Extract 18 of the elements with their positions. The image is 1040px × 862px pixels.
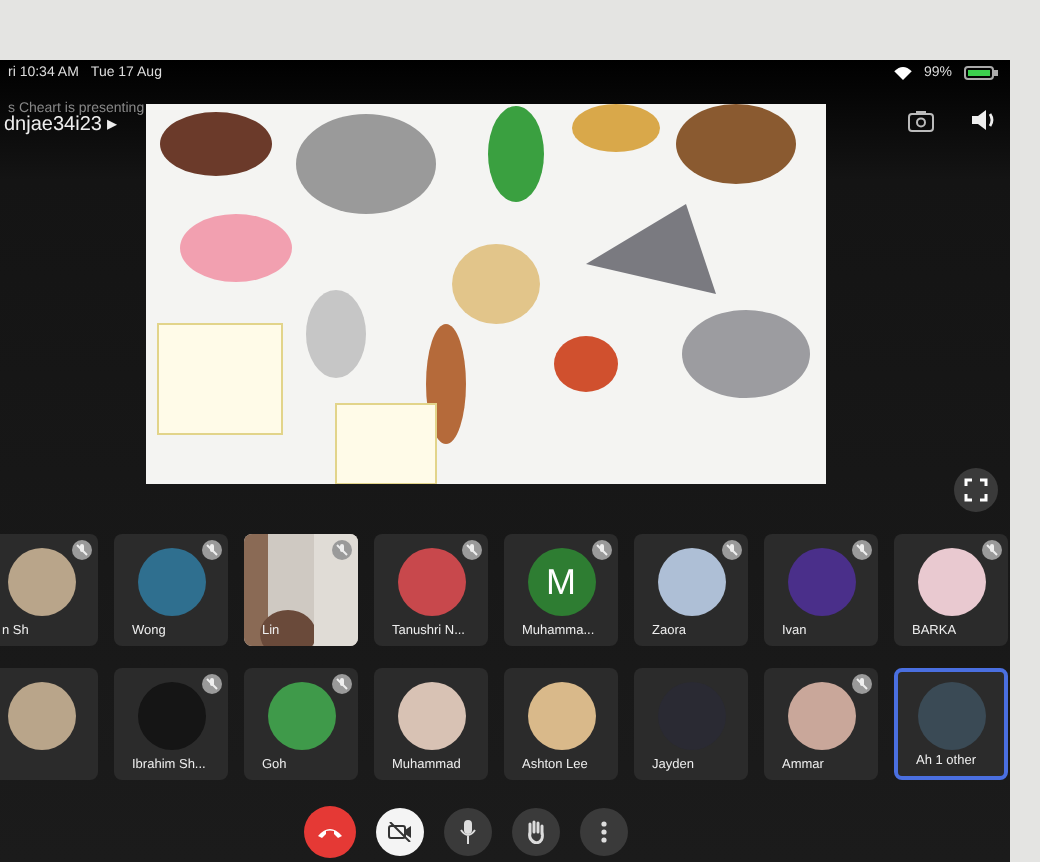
microphone-button[interactable] — [443, 808, 491, 856]
camera-switch-icon[interactable] — [908, 109, 934, 131]
more-options-button[interactable] — [579, 808, 627, 856]
more-icon — [599, 820, 607, 844]
speaker-icon[interactable] — [970, 108, 998, 132]
hand-icon — [525, 820, 545, 844]
camera-off-icon — [387, 822, 411, 842]
meeting-name[interactable]: dnjae34i23 ▸ — [4, 114, 118, 136]
participant-tile[interactable] — [0, 668, 98, 780]
raise-hand-button[interactable] — [511, 808, 559, 856]
wifi-icon — [893, 66, 912, 80]
avatar: M — [527, 548, 595, 616]
camera-off-button[interactable] — [375, 808, 423, 856]
end-call-button[interactable] — [303, 806, 355, 858]
phone-icon — [315, 824, 343, 840]
battery-icon — [964, 66, 998, 80]
fullscreen-icon[interactable] — [954, 468, 998, 512]
microphone-icon — [459, 820, 475, 844]
